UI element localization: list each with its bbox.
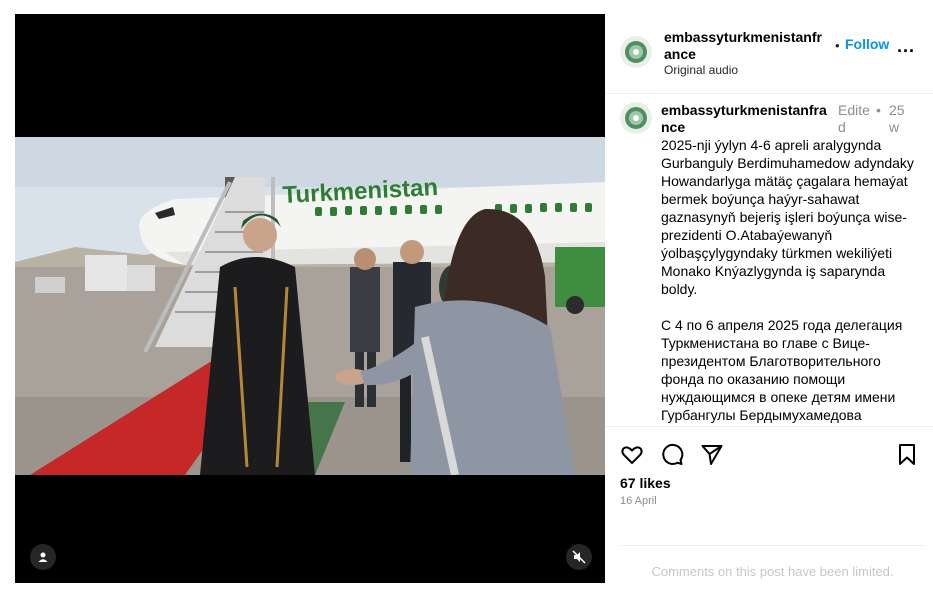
profile-avatar[interactable]	[620, 36, 652, 68]
original-audio-link[interactable]: Original audio	[664, 63, 738, 77]
caption-section: embassyturkmenistanfrance Edited • 25w 2…	[605, 94, 933, 426]
caption-text-turkmen: 2025-nji ýylyn 4-6 apreli aralygynda Gur…	[661, 137, 918, 297]
caption-text-russian: С 4 по 6 апреля 2025 года делегация Турк…	[661, 317, 907, 423]
tagged-user-button[interactable]	[30, 544, 56, 570]
post-date[interactable]: 16 April	[620, 495, 657, 507]
edited-label: Edited	[838, 102, 870, 135]
comment-icon	[662, 443, 684, 465]
caption-avatar[interactable]	[620, 102, 652, 134]
engagement-section: 67 likes 16 April Comments on this post …	[605, 426, 933, 584]
separator-dot: •	[835, 38, 840, 53]
separator-dot: •	[876, 102, 881, 118]
share-button[interactable]	[700, 443, 724, 472]
video-frame: Turkmenistan	[15, 137, 605, 475]
video-player[interactable]: Turkmenistan	[15, 14, 605, 583]
post-header: embassyturkmenistanfrance • Follow ... O…	[605, 14, 933, 94]
send-icon	[701, 445, 723, 465]
mute-toggle-button[interactable]	[566, 544, 592, 570]
post-panel: embassyturkmenistanfrance • Follow ... O…	[605, 14, 933, 583]
comments-limited-notice: Comments on this post have been limited.	[620, 545, 925, 579]
more-options-button[interactable]: ...	[897, 36, 915, 57]
comment-button[interactable]	[660, 443, 684, 472]
follow-button[interactable]: Follow	[845, 36, 889, 52]
heart-icon	[621, 446, 643, 464]
post-username[interactable]: embassyturkmenistanfrance	[664, 29, 829, 63]
save-button[interactable]	[896, 443, 918, 472]
like-button[interactable]	[620, 443, 644, 472]
caption-text: 2025-nji ýylyn 4-6 apreli aralygynda Gur…	[661, 136, 923, 424]
likes-count[interactable]: 67 likes	[620, 475, 671, 491]
muted-speaker-icon	[572, 550, 586, 564]
caption-username[interactable]: embassyturkmenistanfrance	[661, 102, 831, 136]
post-time[interactable]: 25w	[889, 102, 909, 136]
user-icon	[38, 552, 48, 562]
bookmark-icon	[899, 444, 915, 465]
